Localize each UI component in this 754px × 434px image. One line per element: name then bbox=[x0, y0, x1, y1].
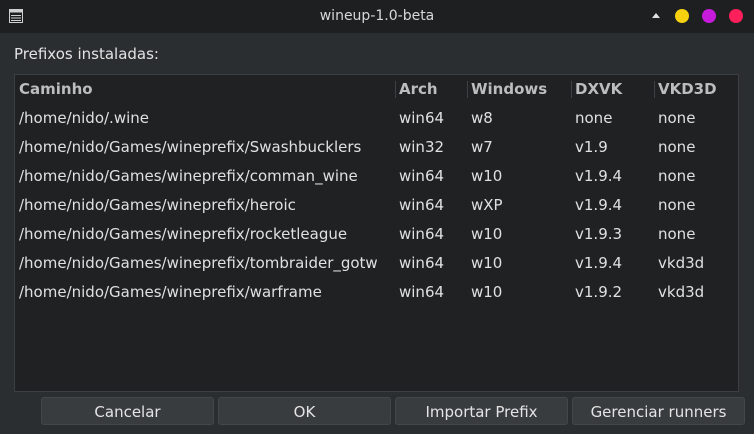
cell-vkd3d: none bbox=[658, 138, 696, 156]
cell-path: /home/nido/Games/wineprefix/comman_wine bbox=[19, 167, 358, 185]
cell-arch: win64 bbox=[399, 167, 445, 185]
cell-vkd3d: none bbox=[658, 225, 696, 243]
prefix-list-label: Prefixos instaladas: bbox=[14, 45, 159, 63]
cell-path: /home/nido/Games/wineprefix/tombraider_g… bbox=[19, 254, 378, 272]
prefix-table[interactable]: Caminho Arch Windows DXVK VKD3D /home/ni… bbox=[14, 74, 739, 392]
column-separator[interactable] bbox=[571, 81, 572, 98]
cell-windows: w10 bbox=[471, 254, 503, 272]
table-row[interactable]: /home/nido/Games/wineprefix/rocketleague… bbox=[15, 220, 738, 249]
caret-up-icon[interactable] bbox=[649, 10, 663, 22]
cell-vkd3d: none bbox=[658, 196, 696, 214]
cell-windows: w10 bbox=[471, 283, 503, 301]
cell-path: /home/nido/Games/wineprefix/warframe bbox=[19, 283, 322, 301]
table-row[interactable]: /home/nido/.wine win64 w8 none none bbox=[15, 104, 738, 133]
import-prefix-button[interactable]: Importar Prefix bbox=[395, 397, 568, 425]
cell-vkd3d: none bbox=[658, 167, 696, 185]
column-header-vkd3d[interactable]: VKD3D bbox=[658, 75, 736, 103]
title-bar: wineup-1.0-beta bbox=[0, 0, 754, 33]
cancel-button[interactable]: Cancelar bbox=[41, 397, 214, 425]
table-row[interactable]: /home/nido/Games/wineprefix/comman_wine … bbox=[15, 162, 738, 191]
cell-arch: win64 bbox=[399, 254, 445, 272]
cell-dxvk: v1.9.4 bbox=[575, 196, 623, 214]
cell-dxvk: none bbox=[575, 109, 613, 127]
cell-vkd3d: none bbox=[658, 109, 696, 127]
table-row[interactable]: /home/nido/Games/wineprefix/Swashbuckler… bbox=[15, 133, 738, 162]
cell-windows: w10 bbox=[471, 167, 503, 185]
cell-dxvk: v1.9.4 bbox=[575, 254, 623, 272]
cell-vkd3d: vkd3d bbox=[658, 254, 705, 272]
app-window: wineup-1.0-beta Prefixos instaladas: Cam… bbox=[0, 0, 754, 434]
window-title: wineup-1.0-beta bbox=[319, 8, 435, 24]
column-header-windows[interactable]: Windows bbox=[471, 75, 569, 103]
column-header-arch[interactable]: Arch bbox=[399, 75, 467, 103]
cell-dxvk: v1.9.2 bbox=[575, 283, 623, 301]
cell-windows: w10 bbox=[471, 225, 503, 243]
manage-runners-button[interactable]: Gerenciar runners bbox=[572, 397, 745, 425]
cell-dxvk: v1.9 bbox=[575, 138, 608, 156]
maximize-button[interactable] bbox=[702, 9, 716, 23]
table-header: Caminho Arch Windows DXVK VKD3D bbox=[15, 75, 738, 103]
cell-arch: win64 bbox=[399, 196, 445, 214]
cell-path: /home/nido/Games/wineprefix/rocketleague bbox=[19, 225, 348, 243]
cell-arch: win64 bbox=[399, 225, 445, 243]
column-separator[interactable] bbox=[467, 81, 468, 98]
ok-button[interactable]: OK bbox=[218, 397, 391, 425]
table-row[interactable]: /home/nido/Games/wineprefix/tombraider_g… bbox=[15, 249, 738, 278]
cell-arch: win64 bbox=[399, 109, 445, 127]
cell-dxvk: v1.9.4 bbox=[575, 167, 623, 185]
cell-windows: w8 bbox=[471, 109, 493, 127]
cell-dxvk: v1.9.3 bbox=[575, 225, 623, 243]
table-row[interactable]: /home/nido/Games/wineprefix/heroic win64… bbox=[15, 191, 738, 220]
cell-path: /home/nido/Games/wineprefix/heroic bbox=[19, 196, 296, 214]
close-button[interactable] bbox=[729, 9, 743, 23]
column-separator[interactable] bbox=[654, 81, 655, 98]
minimize-button[interactable] bbox=[675, 9, 689, 23]
column-header-path[interactable]: Caminho bbox=[19, 75, 395, 103]
cell-arch: win32 bbox=[399, 138, 445, 156]
table-row[interactable]: /home/nido/Games/wineprefix/warframe win… bbox=[15, 278, 738, 307]
button-bar: Cancelar OK Importar Prefix Gerenciar ru… bbox=[0, 392, 754, 434]
column-separator[interactable] bbox=[395, 81, 396, 98]
cell-path: /home/nido/.wine bbox=[19, 109, 149, 127]
cell-windows: w7 bbox=[471, 138, 493, 156]
column-header-dxvk[interactable]: DXVK bbox=[575, 75, 653, 103]
cell-vkd3d: vkd3d bbox=[658, 283, 705, 301]
cell-path: /home/nido/Games/wineprefix/Swashbuckler… bbox=[19, 138, 362, 156]
cell-windows: wXP bbox=[471, 196, 503, 214]
cell-arch: win64 bbox=[399, 283, 445, 301]
